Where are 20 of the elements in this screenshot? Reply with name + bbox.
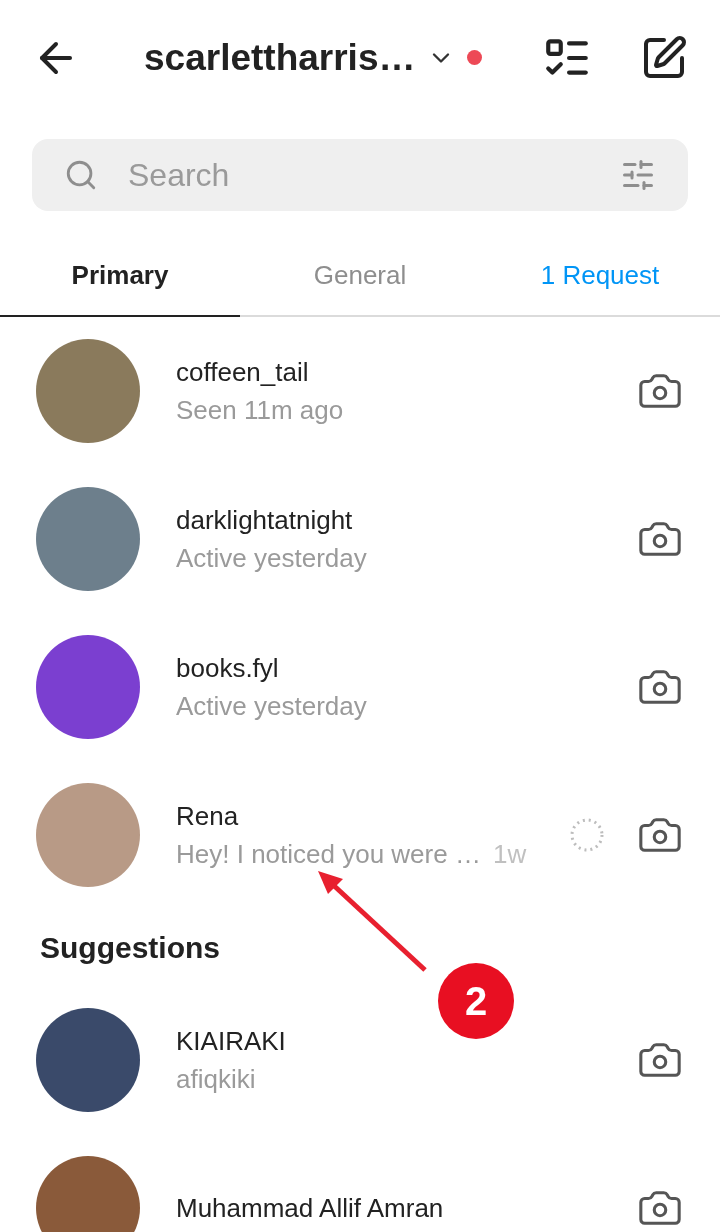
contact-name: coffeen_tail xyxy=(176,356,310,389)
step-number-badge: 2 xyxy=(438,963,514,1039)
section-heading: Suggestions xyxy=(39,930,221,966)
contact-name: Muhammad Allif Amran xyxy=(176,1192,445,1225)
contact-name: Rena xyxy=(176,800,240,833)
search-field[interactable]: Search xyxy=(32,139,688,211)
account-username[interactable]: scarlettharris… xyxy=(144,29,416,86)
contact-subtitle: Active yesterday xyxy=(176,542,367,575)
contact-name: books.fyl xyxy=(176,652,280,685)
contact-name: KIAIRAKI xyxy=(176,1025,287,1058)
contact-subtitle: Seen 11m ago xyxy=(176,394,344,427)
message-time: 1w xyxy=(492,838,527,871)
dashed-circle-icon xyxy=(570,818,604,852)
tab[interactable]: Primary xyxy=(0,235,240,317)
contact-subtitle: Active yesterday xyxy=(176,690,367,723)
contact-name: darklightatnight xyxy=(176,504,354,537)
filter-icon[interactable] xyxy=(620,157,656,193)
search-icon xyxy=(64,158,98,192)
contact-subtitle: afiqkiki xyxy=(176,1063,256,1096)
contact-subtitle: Hey! I noticed you were … xyxy=(176,838,481,871)
